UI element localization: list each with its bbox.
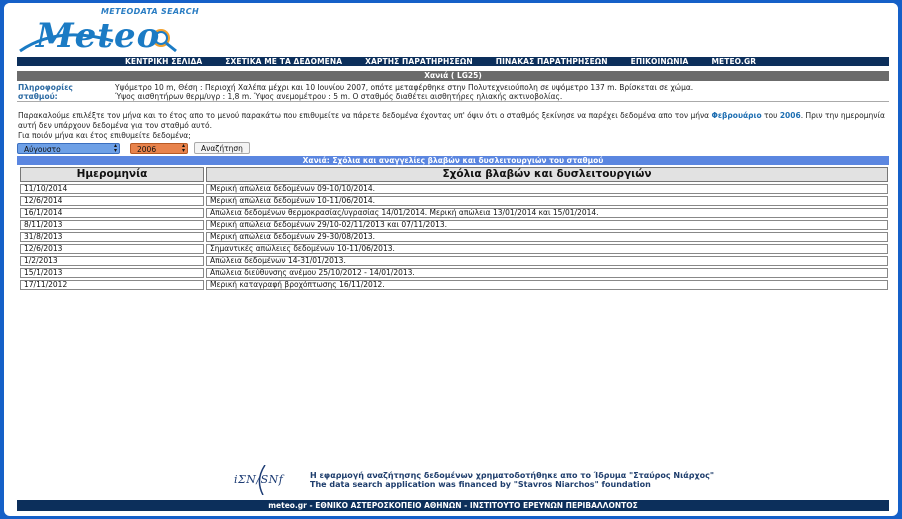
table-row: 12/6/2014 Μερική απώλεια δεδομένων 10-11…: [20, 196, 888, 206]
station-info-label-line: Πληροφορίες: [18, 83, 73, 92]
table-row: 11/10/2014 Μερική απώλεια δεδομένων 09-1…: [20, 184, 888, 194]
table-row: 31/8/2013 Μερική απώλεια δεδομένων 29-30…: [20, 232, 888, 242]
month-select[interactable]: Αύγουστο ▴ ▾: [17, 142, 120, 154]
cell-comment: Μερική απώλεια δεδομένων 09-10/10/2014.: [206, 184, 888, 194]
nav-item-home[interactable]: ΚΕΝΤΡΙΚΗ ΣΕΛΙΔΑ: [125, 57, 202, 66]
station-info-text: Υψόμετρο 10 m, Θέση : Περιοχή Χαλέπα μέχ…: [115, 83, 885, 101]
chevron-updown-icon: ▴ ▾: [113, 142, 117, 154]
logo-subtitle: METEODATA SEARCH: [101, 7, 199, 16]
chevron-updown-icon: ▴ ▾: [181, 142, 185, 154]
cell-comment: Σημαντικές απώλειες δεδομένων 10-11/06/2…: [206, 244, 888, 254]
month-year-question: Για ποιόν μήνα και έτος επιθυμείτε δεδομ…: [18, 131, 191, 140]
footer-credit: Η εφαρμογή αναζήτησης δεδομένων χρηματοδ…: [310, 471, 714, 489]
cell-date: 8/11/2013: [20, 220, 204, 230]
table-caption: Χανιά: Σχόλια και αναγγελίες βλαβών και …: [17, 156, 889, 165]
intro-start-month: Φεβρουάριο: [711, 111, 762, 120]
cell-comment: Μερική απώλεια δεδομένων 29/10-02/11/201…: [206, 220, 888, 230]
cell-comment: Απώλεια διεύθυνσης ανέμου 25/10/2012 - 1…: [206, 268, 888, 278]
station-info-label-line: σταθμού:: [18, 92, 58, 101]
year-select[interactable]: 2006 ▴ ▾: [130, 142, 188, 154]
table-row: 12/6/2013 Σημαντικές απώλειες δεδομένων …: [20, 244, 888, 254]
logo-wordmark[interactable]: Meteo: [36, 16, 160, 56]
cell-date: 11/10/2014: [20, 184, 204, 194]
nav-item-meteo-gr[interactable]: METEO.GR: [711, 57, 756, 66]
cell-comment: Μερική απώλεια δεδομένων 29-30/08/2013.: [206, 232, 888, 242]
search-controls: Αύγουστο ▴ ▾ 2006 ▴ ▾ Αναζήτηση: [17, 142, 250, 154]
table-row: 15/1/2013 Απώλεια διεύθυνσης ανέμου 25/1…: [20, 268, 888, 278]
cell-comment: Απώλεια δεδομένων θερμοκρασίας/υγρασίας …: [206, 208, 888, 218]
footer-bar: meteo.gr - ΕΘΝΙΚΟ ΑΣΤΕΡΟΣΚΟΠΕΙΟ ΑΘΗΝΩΝ -…: [17, 500, 889, 511]
cell-date: 16/1/2014: [20, 208, 204, 218]
table-row: 17/11/2012 Μερική καταγραφή βροχόπτωσης …: [20, 280, 888, 290]
table-row: 16/1/2014 Απώλεια δεδομένων θερμοκρασίας…: [20, 208, 888, 218]
cell-date: 1/2/2013: [20, 256, 204, 266]
intro-paragraph: Παρακαλούμε επιλέξτε τον μήνα και το έτο…: [18, 111, 888, 130]
column-header-date: Ημερομηνία: [20, 167, 204, 182]
nav-item-contact[interactable]: ΕΠΙΚΟΙΝΩΝΙΑ: [631, 57, 689, 66]
credit-greek: Η εφαρμογή αναζήτησης δεδομένων χρηματοδ…: [310, 471, 715, 480]
cell-comment: Απώλεια δεδομένων 14-31/01/2013.: [206, 256, 888, 266]
cell-date: 12/6/2014: [20, 196, 204, 206]
table-row: 1/2/2013 Απώλεια δεδομένων 14-31/01/2013…: [20, 256, 888, 266]
site-header: METEODATA SEARCH Meteo: [4, 3, 898, 57]
search-button[interactable]: Αναζήτηση: [194, 142, 250, 154]
intro-text: του: [761, 111, 780, 120]
nav-item-table[interactable]: ΠΙΝΑΚΑΣ ΠΑΡΑΤΗΡΗΣΕΩΝ: [496, 57, 608, 66]
cell-comment: Μερική απώλεια δεδομένων 10-11/06/2014.: [206, 196, 888, 206]
column-header-comments: Σχόλια βλαβών και δυσλειτουργιών: [206, 167, 888, 182]
cell-date: 17/11/2012: [20, 280, 204, 290]
station-info-line: Υψόμετρο 10 m, Θέση : Περιοχή Χαλέπα μέχ…: [115, 83, 694, 92]
intro-text: Παρακαλούμε επιλέξτε τον μήνα και το έτο…: [18, 111, 712, 120]
snf-logo-text: iΣΝ/SNf: [234, 473, 284, 486]
table-row: 8/11/2013 Μερική απώλεια δεδομένων 29/10…: [20, 220, 888, 230]
divider: [17, 101, 889, 102]
table-header-row: Ημερομηνία Σχόλια βλαβών και δυσλειτουργ…: [20, 167, 888, 182]
cell-date: 12/6/2013: [20, 244, 204, 254]
station-info-line: Ύψος αισθητήρων θερμ/υγρ : 1,8 m. Ύψος α…: [115, 92, 563, 101]
month-select-value: Αύγουστο: [24, 144, 61, 154]
nav-item-about-data[interactable]: ΣΧΕΤΙΚΑ ΜΕ ΤΑ ΔΕΔΟΜΕΝΑ: [225, 57, 342, 66]
cell-comment: Μερική καταγραφή βροχόπτωσης 16/11/2012.: [206, 280, 888, 290]
station-title: Χανιά ( LG25): [17, 71, 889, 81]
cell-date: 15/1/2013: [20, 268, 204, 278]
main-nav: ΚΕΝΤΡΙΚΗ ΣΕΛΙΔΑ ΣΧΕΤΙΚΑ ΜΕ ΤΑ ΔΕΔΟΜΕΝΑ Χ…: [17, 57, 889, 66]
nav-item-map[interactable]: ΧΑΡΤΗΣ ΠΑΡΑΤΗΡΗΣΕΩΝ: [365, 57, 473, 66]
year-select-value: 2006: [137, 144, 157, 154]
page-frame: METEODATA SEARCH Meteo ΚΕΝΤΡΙΚΗ ΣΕΛΙΔΑ Σ…: [4, 3, 898, 516]
station-info-label: Πληροφορίες σταθμού:: [18, 83, 73, 101]
faults-table: Ημερομηνία Σχόλια βλαβών και δυσλειτουργ…: [20, 167, 888, 290]
intro-start-year: 2006: [779, 111, 801, 120]
credit-english: The data search application was financed…: [310, 480, 651, 489]
cell-date: 31/8/2013: [20, 232, 204, 242]
